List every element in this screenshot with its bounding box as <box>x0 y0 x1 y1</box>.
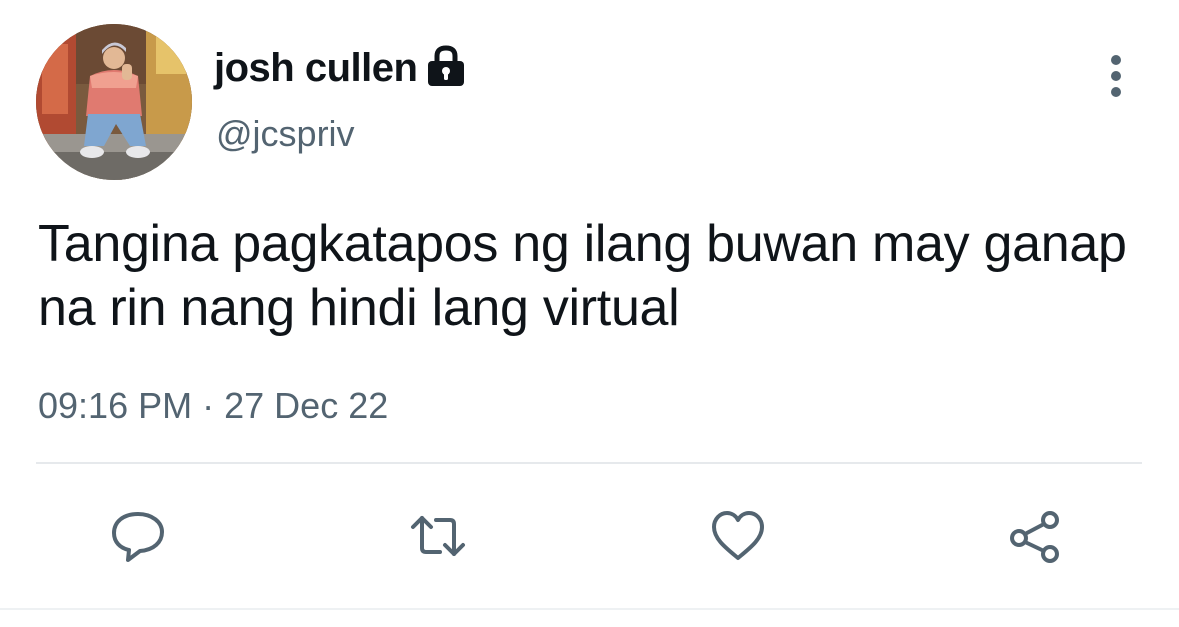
user-name-row: josh cullen <box>214 40 467 96</box>
tweet-text: Tangina pagkatapos ng ilang buwan may ga… <box>38 215 1127 337</box>
more-vertical-icon <box>1111 55 1121 97</box>
tweet-card: josh cullen @jcspriv Tangina pagkatapos … <box>0 0 1179 627</box>
retweet-icon <box>411 516 465 556</box>
tweet-time: 09:16 PM <box>38 385 193 426</box>
display-name[interactable]: josh cullen <box>214 48 418 88</box>
meta-separator: · <box>202 385 215 426</box>
retweet-button[interactable] <box>408 508 468 564</box>
tweet-timestamp[interactable]: 09:16 PM · 27 Dec 22 <box>38 384 388 428</box>
lock-icon <box>425 44 467 88</box>
user-handle[interactable]: @jcspriv <box>216 116 355 152</box>
divider <box>36 462 1142 464</box>
share-button[interactable] <box>1006 508 1066 564</box>
avatar[interactable] <box>36 24 192 180</box>
share-icon <box>1010 511 1059 563</box>
speech-bubble-icon <box>112 512 164 562</box>
reply-button[interactable] <box>108 508 168 564</box>
tweet-date: 27 Dec 22 <box>224 385 389 426</box>
heart-icon <box>712 511 764 560</box>
profile-photo <box>36 24 192 180</box>
bottom-divider <box>0 608 1179 610</box>
like-button[interactable] <box>708 508 768 564</box>
more-options-button[interactable] <box>1096 52 1136 100</box>
